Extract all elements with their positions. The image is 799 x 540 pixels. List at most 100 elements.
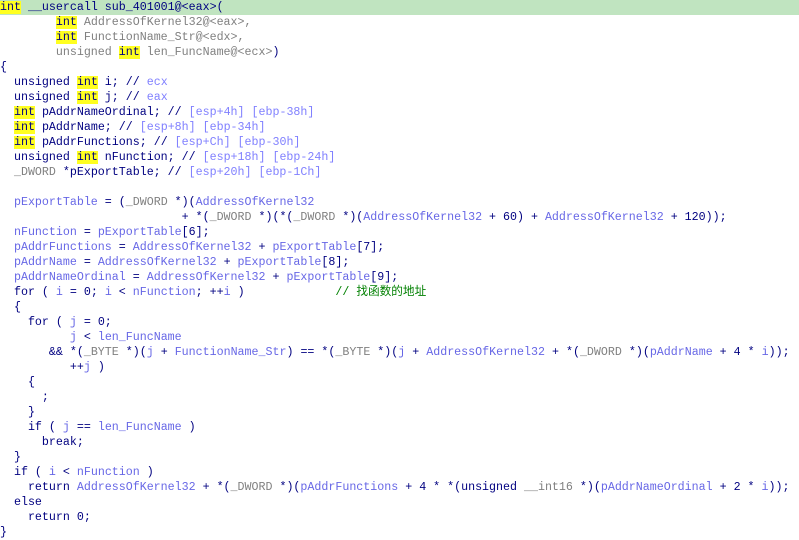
code-line[interactable]: ++j ) (0, 360, 799, 375)
code-token: nFunction; // (97, 151, 203, 164)
comment-token: [esp+20h] [ebp-1Ch] (188, 166, 322, 179)
variable-token[interactable]: pAddrName (0, 256, 77, 269)
code-line[interactable]: int __usercall sub_401001@<eax>( (0, 0, 799, 15)
code-token: { (0, 61, 7, 74)
code-line[interactable]: for ( j = 0; (0, 315, 799, 330)
code-line[interactable]: unsigned int j; // eax (0, 90, 799, 105)
variable-token[interactable]: i (762, 346, 769, 359)
variable-token[interactable]: pAddrFunctions (300, 481, 398, 494)
code-line[interactable]: if ( j == len_FuncName ) (0, 420, 799, 435)
variable-token[interactable]: AddressOfKernel32 (426, 346, 545, 359)
code-line[interactable]: unsigned int i; // ecx (0, 75, 799, 90)
variable-token[interactable]: FunctionName_Str (175, 346, 287, 359)
variable-token[interactable]: pAddrNameOrdinal (0, 271, 126, 284)
code-line[interactable]: break; (0, 435, 799, 450)
code-token: = 0; (62, 286, 105, 299)
code-line[interactable]: int FunctionName_Str@<edx>, (0, 30, 799, 45)
code-line[interactable]: if ( i < nFunction ) (0, 465, 799, 480)
code-token: [9]; (370, 271, 399, 284)
variable-token[interactable]: len_FuncName (98, 421, 182, 434)
code-token: ; (0, 391, 49, 404)
code-line[interactable]: return 0; (0, 510, 799, 525)
type-token: _DWORD (293, 211, 336, 224)
code-line[interactable]: for ( i = 0; i < nFunction; ++i ) // 找函数… (0, 285, 799, 300)
variable-token[interactable]: pAddrNameOrdinal (601, 481, 713, 494)
code-token: if ( (0, 466, 49, 479)
code-token: } (0, 451, 21, 464)
variable-token[interactable]: AddressOfKernel32 (196, 196, 315, 209)
variable-token[interactable]: i (105, 286, 112, 299)
code-token: = (76, 256, 98, 269)
code-line[interactable]: { (0, 60, 799, 75)
code-token: return 0; (0, 511, 91, 524)
code-line[interactable]: { (0, 375, 799, 390)
code-line[interactable]: unsigned int len_FuncName@<ecx>) (0, 45, 799, 60)
variable-token[interactable]: AddressOfKernel32 (363, 211, 482, 224)
code-line[interactable]: && *(_BYTE *)(j + FunctionName_Str) == *… (0, 345, 799, 360)
code-line[interactable] (0, 180, 799, 195)
code-line[interactable]: j < len_FuncName (0, 330, 799, 345)
variable-token[interactable]: pExportTable (98, 226, 182, 239)
code-token: { (0, 301, 21, 314)
code-line[interactable]: pExportTable = (_DWORD *)(AddressOfKerne… (0, 195, 799, 210)
code-line[interactable]: int pAddrNameOrdinal; // [esp+4h] [ebp-3… (0, 105, 799, 120)
code-line[interactable]: nFunction = pExportTable[6]; (0, 225, 799, 240)
variable-token[interactable]: AddressOfKernel32 (133, 241, 252, 254)
code-line[interactable]: pAddrName = AddressOfKernel32 + pExportT… (0, 255, 799, 270)
code-line[interactable]: return AddressOfKernel32 + *(_DWORD *)(p… (0, 480, 799, 495)
code-line[interactable]: + *(_DWORD *)(*(_DWORD *)(AddressOfKerne… (0, 210, 799, 225)
pseudocode-view[interactable]: int __usercall sub_401001@<eax>( int Add… (0, 0, 799, 540)
variable-token[interactable]: j (63, 421, 70, 434)
code-token: + (216, 256, 238, 269)
code-token: if ( (0, 421, 63, 434)
code-token: unsigned (0, 76, 77, 89)
code-line[interactable]: unsigned int nFunction; // [esp+18h] [eb… (0, 150, 799, 165)
variable-token[interactable]: AddressOfKernel32 (98, 256, 217, 269)
code-line[interactable]: _DWORD *pExportTable; // [esp+20h] [ebp-… (0, 165, 799, 180)
variable-token[interactable]: pExportTable (0, 196, 98, 209)
variable-token[interactable]: j (147, 346, 154, 359)
variable-token[interactable]: nFunction (77, 466, 140, 479)
int-keyword-highlight: int (76, 76, 98, 89)
code-line[interactable]: { (0, 300, 799, 315)
type-token: _DWORD (209, 211, 252, 224)
code-line[interactable]: ; (0, 390, 799, 405)
variable-token[interactable]: pExportTable (286, 271, 370, 284)
variable-token[interactable]: pAddrFunctions (0, 241, 112, 254)
variable-token[interactable]: pAddrName (650, 346, 713, 359)
variable-token[interactable]: pExportTable (238, 256, 322, 269)
code-token: )); (768, 481, 790, 494)
variable-token[interactable]: j (84, 361, 91, 374)
int-keyword-highlight: int (13, 121, 35, 134)
variable-token[interactable]: j (70, 316, 77, 329)
code-line[interactable]: int pAddrName; // [esp+8h] [ebp-34h] (0, 120, 799, 135)
int-keyword-highlight: int (55, 31, 77, 44)
variable-token[interactable]: len_FuncName (98, 331, 182, 344)
variable-token[interactable]: AddressOfKernel32 (77, 481, 196, 494)
code-token: i; // (97, 76, 147, 89)
variable-token[interactable]: nFunction (133, 286, 196, 299)
variable-token[interactable]: j (70, 331, 77, 344)
variable-token[interactable]: AddressOfKernel32 (545, 211, 664, 224)
variable-token[interactable]: i (49, 466, 56, 479)
variable-token[interactable]: AddressOfKernel32 (147, 271, 266, 284)
type-token: FunctionName_Str@<edx>, (76, 31, 245, 44)
code-line[interactable]: int AddressOfKernel32@<eax>, (0, 15, 799, 30)
code-line[interactable]: int pAddrFunctions; // [esp+Ch] [ebp-30h… (0, 135, 799, 150)
variable-token[interactable]: i (762, 481, 769, 494)
comment-token: [esp+18h] [ebp-24h] (202, 151, 336, 164)
code-token: [8]; (321, 256, 350, 269)
variable-token[interactable]: i (56, 286, 63, 299)
variable-token[interactable]: i (224, 286, 231, 299)
code-line[interactable]: else (0, 495, 799, 510)
code-line[interactable]: pAddrFunctions = AddressOfKernel32 + pEx… (0, 240, 799, 255)
code-line[interactable]: pAddrNameOrdinal = AddressOfKernel32 + p… (0, 270, 799, 285)
code-token: + (153, 346, 175, 359)
code-token: ; ++ (195, 286, 224, 299)
code-line[interactable]: } (0, 405, 799, 420)
code-line[interactable]: } (0, 450, 799, 465)
variable-token[interactable]: pExportTable (272, 241, 356, 254)
code-token: unsigned (0, 151, 77, 164)
variable-token[interactable]: nFunction (0, 226, 77, 239)
comment-token: [esp+4h] [ebp-38h] (188, 106, 315, 119)
